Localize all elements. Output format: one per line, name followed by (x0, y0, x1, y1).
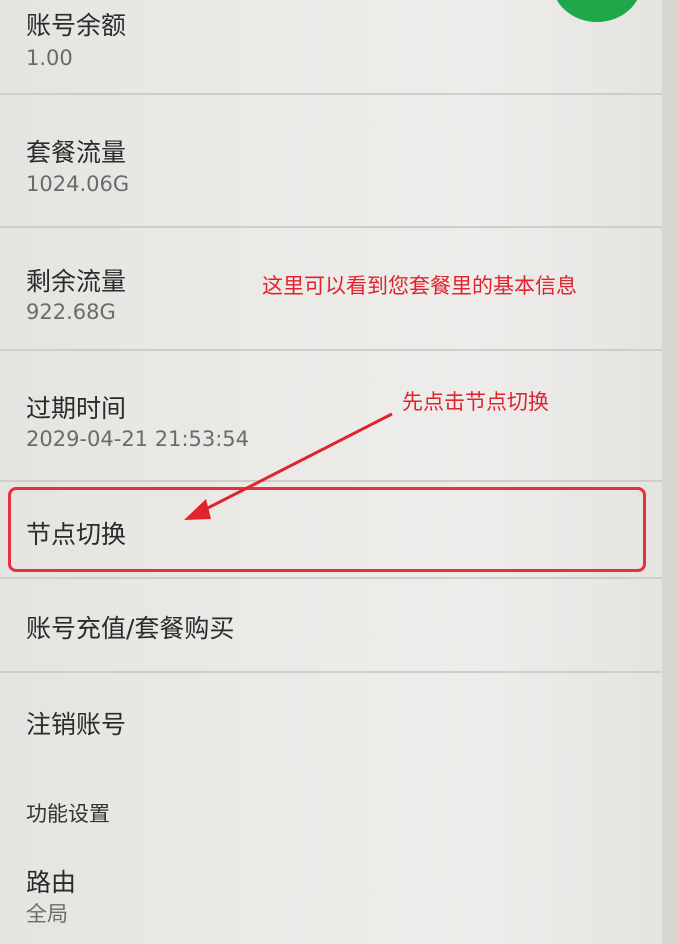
remaining-traffic-value: 922.68G (26, 300, 116, 324)
settings-section-header: 功能设置 (26, 802, 110, 826)
remaining-traffic-label: 剩余流量 (26, 267, 127, 296)
screen-edge (662, 0, 678, 944)
logout-label: 注销账号 (26, 710, 127, 739)
info-annotation: 这里可以看到您套餐里的基本信息 (262, 274, 577, 298)
plan-traffic-label: 套餐流量 (26, 138, 127, 167)
highlight-box (8, 487, 646, 572)
recharge-purchase-label: 账号充值/套餐购买 (26, 614, 235, 643)
logout-button[interactable]: 注销账号 (0, 673, 678, 763)
plan-traffic-value: 1024.06G (26, 172, 130, 196)
balance-label: 账号余额 (26, 11, 127, 40)
expiry-item: 过期时间 2029-04-21 21:53:54 (0, 351, 678, 479)
account-screen: 账号余额 1.00 套餐流量 1024.06G 剩余流量 922.68G 过期时… (0, 0, 678, 944)
route-label: 路由 (26, 868, 77, 897)
route-item[interactable]: 路由 全局 (0, 848, 678, 944)
expiry-label: 过期时间 (26, 394, 127, 423)
balance-value: 1.00 (26, 46, 73, 70)
route-value: 全局 (26, 902, 68, 926)
recharge-purchase-button[interactable]: 账号充值/套餐购买 (0, 579, 678, 671)
click-annotation: 先点击节点切换 (402, 390, 549, 414)
expiry-value: 2029-04-21 21:53:54 (26, 427, 250, 451)
balance-item: 账号余额 1.00 (0, 0, 678, 92)
plan-traffic-item: 套餐流量 1024.06G (0, 95, 678, 225)
